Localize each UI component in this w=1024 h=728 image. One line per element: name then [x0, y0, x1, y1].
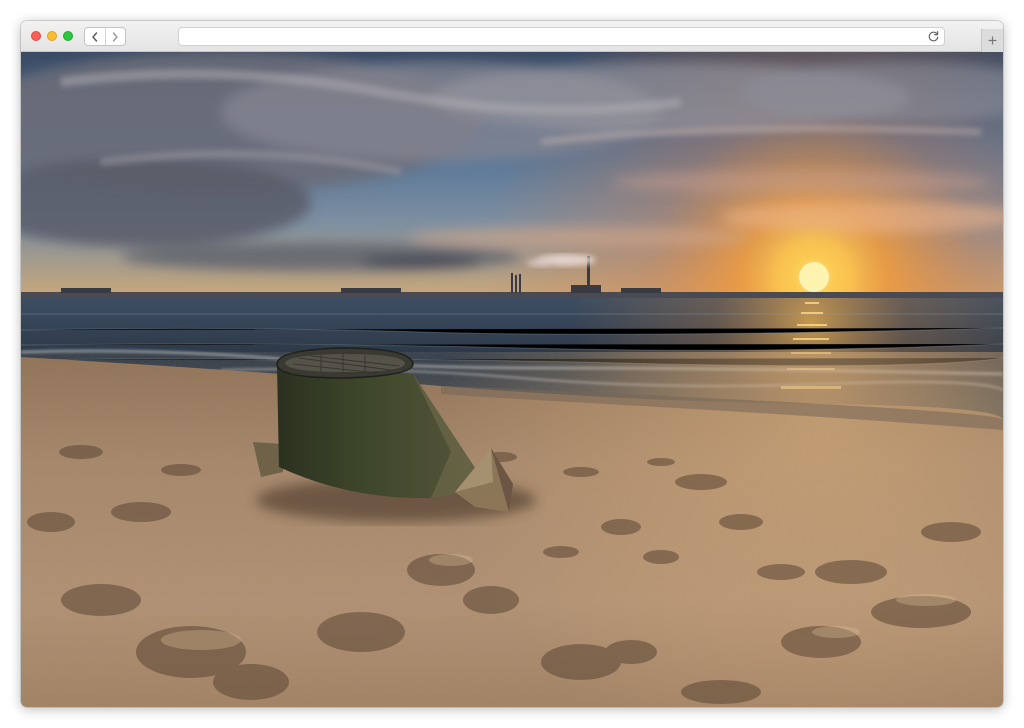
address-bar[interactable]: [178, 27, 945, 46]
new-tab-button[interactable]: [981, 29, 1003, 52]
browser-toolbar: [21, 21, 1003, 52]
browser-window: [21, 21, 1003, 707]
address-input[interactable]: [185, 28, 915, 45]
navigation-buttons: [84, 27, 126, 46]
back-button[interactable]: [85, 28, 105, 45]
chevron-left-icon: [92, 31, 97, 42]
minimize-window-button[interactable]: [47, 31, 57, 41]
web-content-area: [21, 52, 1003, 707]
zoom-window-button[interactable]: [63, 31, 73, 41]
chevron-right-icon: [113, 31, 118, 42]
close-window-button[interactable]: [31, 31, 41, 41]
reload-icon[interactable]: [927, 30, 940, 43]
forward-button[interactable]: [104, 28, 126, 45]
plus-icon: [988, 36, 997, 45]
beach-sunset-photo: [21, 52, 1003, 707]
